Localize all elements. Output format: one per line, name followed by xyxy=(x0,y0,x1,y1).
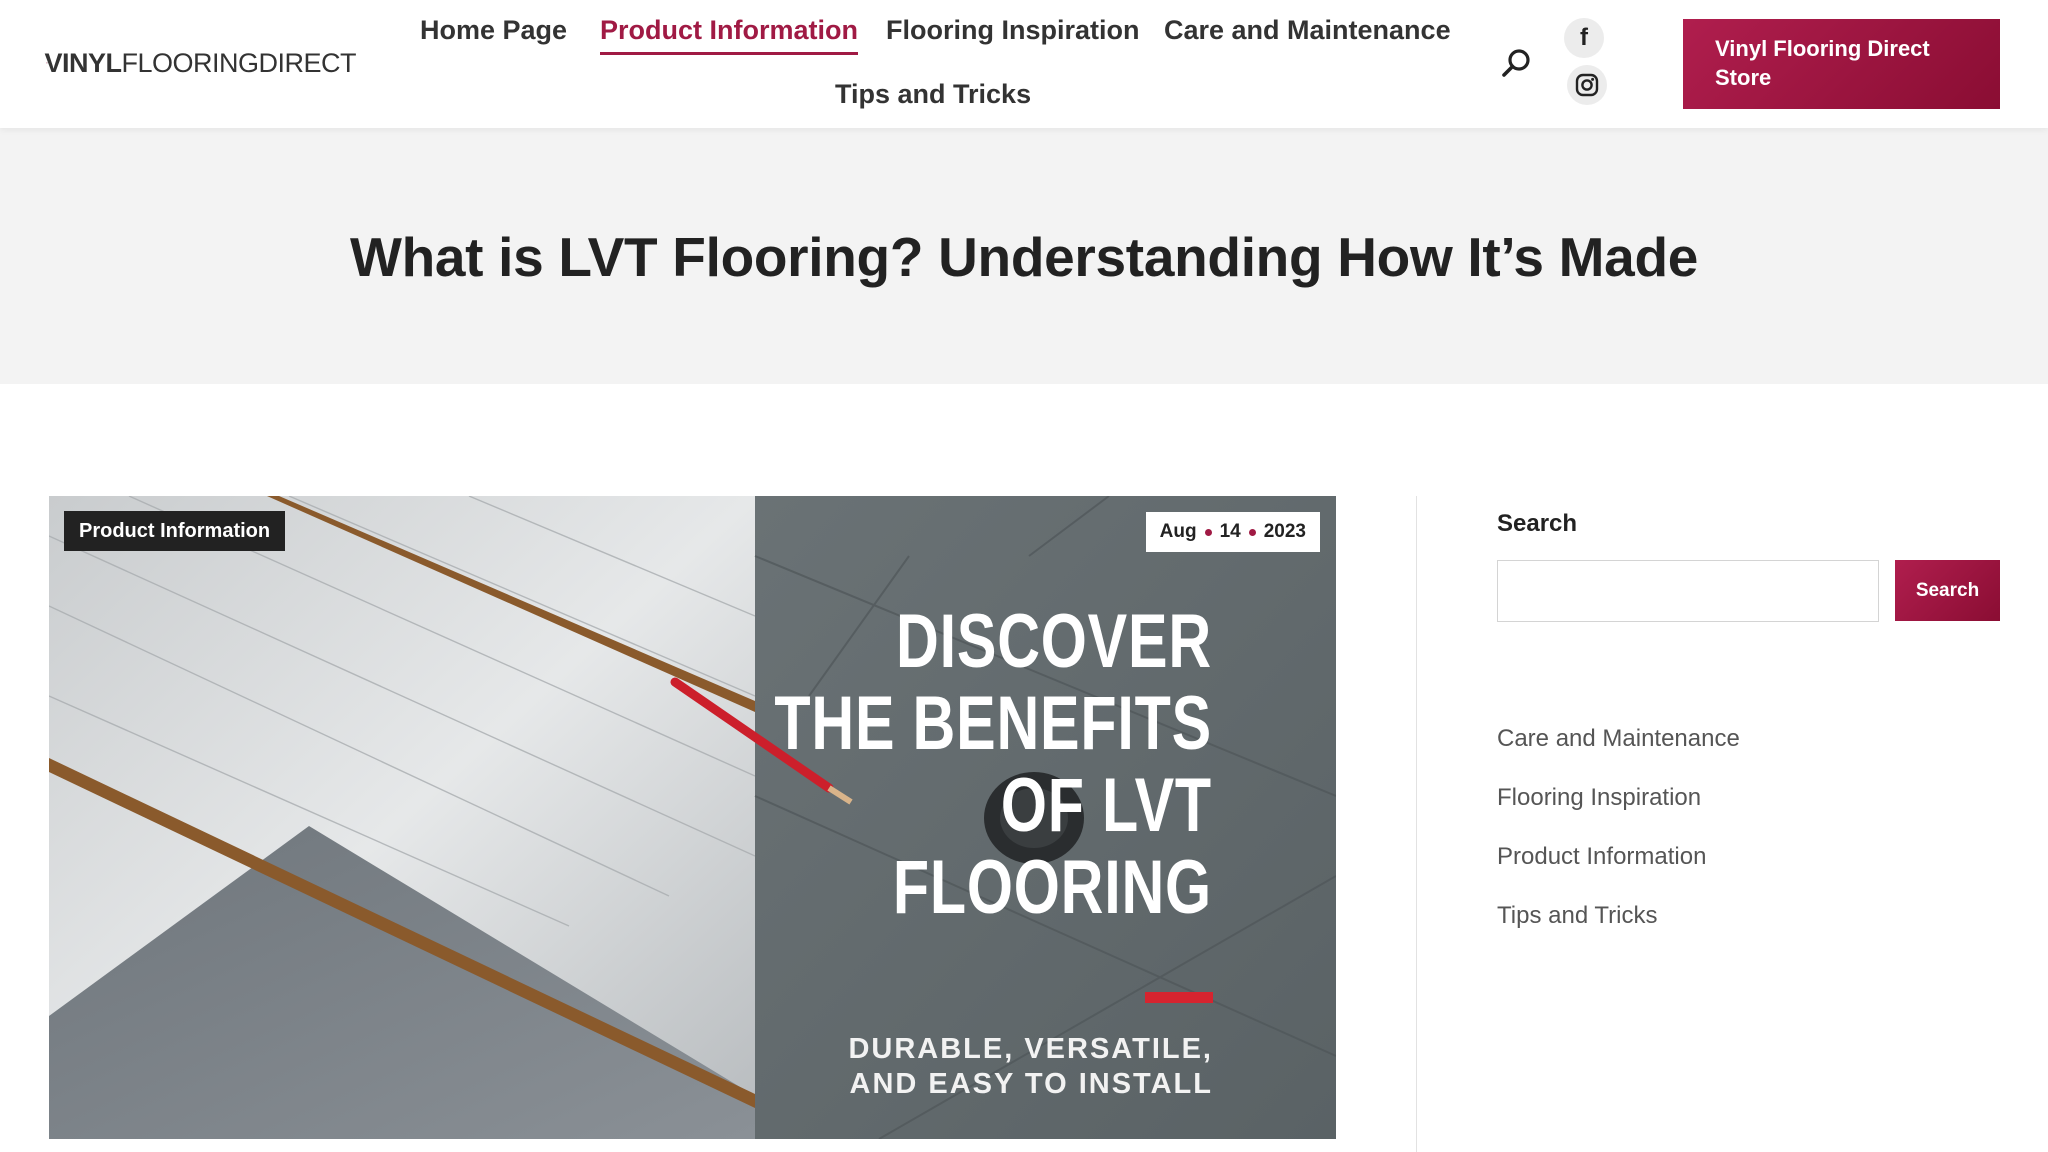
store-button[interactable]: Vinyl Flooring Direct Store xyxy=(1683,19,2000,109)
post-date-year: 2023 xyxy=(1263,521,1306,542)
sidebar-search-title: Search xyxy=(1497,510,1578,537)
image-subline-line: AND EASY TO INSTALL xyxy=(849,1068,1213,1100)
post-category-badge[interactable]: Product Information xyxy=(64,511,286,551)
nav-flooring-inspiration[interactable]: Flooring Inspiration xyxy=(886,15,1139,46)
image-headline: DISCOVER THE BENEFITS OF LVT FLOORING xyxy=(651,601,1212,929)
sidebar-divider xyxy=(1416,496,1417,1152)
image-headline-line: OF LVT xyxy=(1000,763,1212,848)
image-subline: DURABLE, VERSATILE, AND EASY TO INSTALL xyxy=(848,1032,1213,1102)
nav-care-maintenance[interactable]: Care and Maintenance xyxy=(1164,15,1451,46)
site-logo[interactable]: VINYLFLOORINGDIRECT xyxy=(44,30,356,96)
main-nav: Home Page Product Information Flooring I… xyxy=(400,0,1460,128)
image-headline-line: THE BENEFITS xyxy=(774,681,1212,766)
nav-home[interactable]: Home Page xyxy=(420,15,567,46)
sidebar-category-flooring-inspiration[interactable]: Flooring Inspiration xyxy=(1497,783,1740,842)
post-date-day: 14 xyxy=(1219,521,1241,542)
logo-text-regular: FLOORINGDIRECT xyxy=(121,47,356,78)
sidebar-search-button[interactable]: Search xyxy=(1895,560,2000,621)
featured-image[interactable]: Product Information Aug 14 2023 DISCOVER… xyxy=(49,496,1336,1139)
instagram-link[interactable] xyxy=(1567,65,1607,105)
nav-product-information[interactable]: Product Information xyxy=(600,15,858,55)
image-accent-bar xyxy=(1145,992,1213,1003)
post-date-month: Aug xyxy=(1159,521,1197,542)
sidebar-category-product-information[interactable]: Product Information xyxy=(1497,842,1740,901)
page-title: What is LVT Flooring? Understanding How … xyxy=(349,226,1699,288)
image-headline-line: FLOORING xyxy=(892,845,1212,930)
nav-tips-tricks[interactable]: Tips and Tricks xyxy=(835,79,1031,110)
sidebar-category-list: Care and Maintenance Flooring Inspiratio… xyxy=(1497,724,1740,960)
facebook-icon: f xyxy=(1580,24,1588,51)
logo-text-bold: VINYL xyxy=(44,47,122,78)
image-headline-line: DISCOVER xyxy=(896,599,1212,684)
search-icon xyxy=(1502,49,1530,77)
site-header: VINYLFLOORINGDIRECT Home Page Product In… xyxy=(0,0,2048,128)
header-search-button[interactable] xyxy=(1500,46,1534,80)
date-separator-dot xyxy=(1248,528,1256,536)
date-separator-dot xyxy=(1204,528,1212,536)
sidebar-category-tips-tricks[interactable]: Tips and Tricks xyxy=(1497,901,1740,960)
image-subline-line: DURABLE, VERSATILE, xyxy=(848,1033,1213,1065)
page-title-band: What is LVT Flooring? Understanding How … xyxy=(0,128,2048,384)
instagram-icon xyxy=(1575,73,1599,97)
facebook-link[interactable]: f xyxy=(1564,18,1604,58)
post-date-badge: Aug 14 2023 xyxy=(1145,512,1320,552)
sidebar-category-care-maintenance[interactable]: Care and Maintenance xyxy=(1497,724,1740,783)
sidebar-search-input[interactable] xyxy=(1497,560,1879,622)
